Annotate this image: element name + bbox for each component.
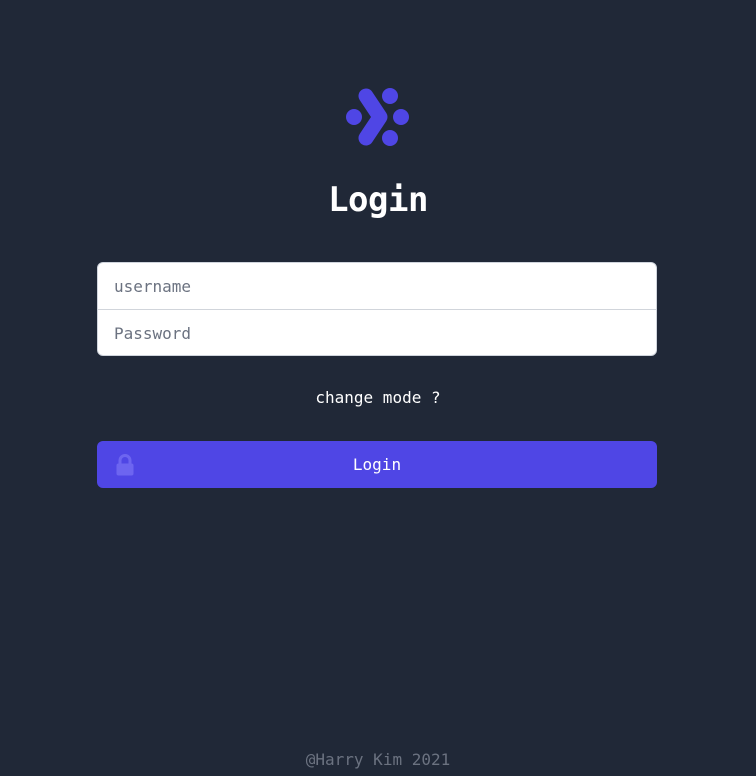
change-mode-link[interactable]: change mode ?	[0, 386, 756, 410]
brand-logo-icon	[346, 88, 409, 146]
username-input[interactable]	[98, 263, 656, 309]
login-button-label: Login	[352, 455, 402, 474]
login-form	[97, 262, 657, 356]
password-input[interactable]	[98, 310, 656, 355]
lock-icon	[116, 454, 134, 476]
footer-copyright: @Harry Kim 2021	[305, 750, 451, 769]
page-title: Login	[328, 180, 428, 220]
login-button[interactable]: Login	[97, 441, 657, 488]
